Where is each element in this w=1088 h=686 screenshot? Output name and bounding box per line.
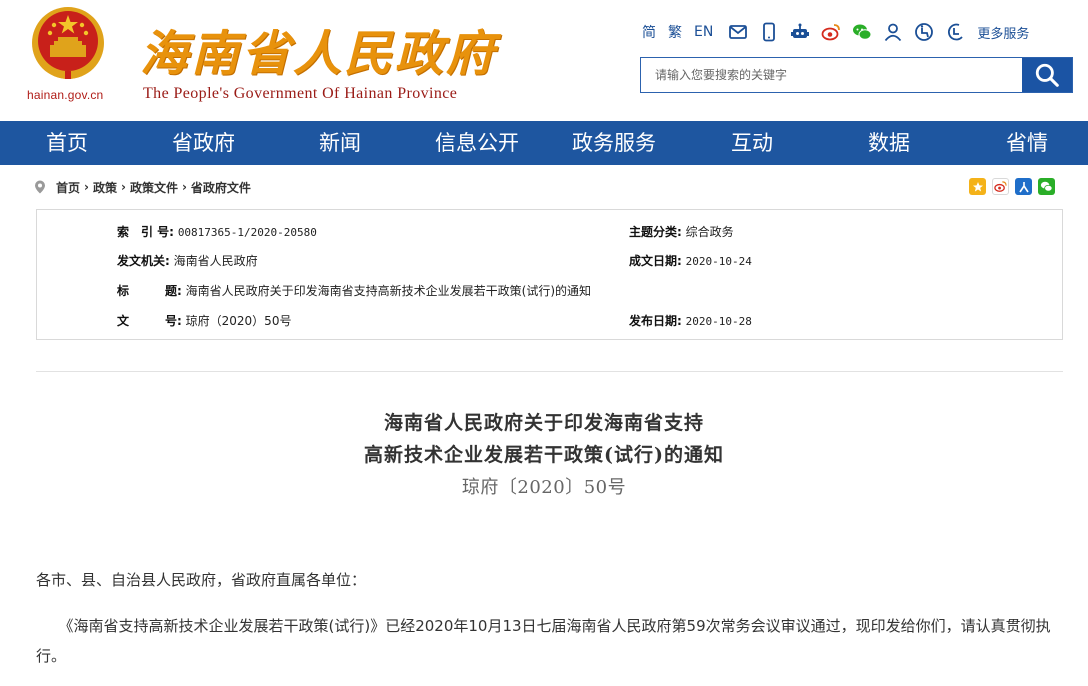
lang-simplified-link[interactable]: 简 (642, 22, 656, 42)
breadcrumb-separator: › (84, 180, 89, 194)
site-header: hainan.gov.cn 海南省人民政府 The People's Gover… (0, 0, 1088, 121)
meta-docno-value: 琼府（2020）50号 (185, 314, 292, 328)
meta-published-value: 2020-10-28 (685, 315, 752, 328)
site-title[interactable]: 海南省人民政府 (140, 14, 497, 84)
meta-issuer-label: 发文机关: (117, 254, 170, 268)
mail-icon[interactable] (727, 21, 749, 43)
document-title-line-1: 海南省人民政府关于印发海南省支持 (383, 412, 704, 434)
document-title-line-2: 高新技术企业发展若干政策(试行)的通知 (364, 444, 724, 466)
nav-item-disclosure[interactable]: 信息公开 (435, 121, 519, 165)
meta-index-label: 索 引 号: (117, 225, 174, 239)
national-emblem-icon[interactable] (28, 5, 108, 85)
breadcrumb-separator: › (120, 180, 126, 194)
document-salutation: 各市、县、自治县人民政府，省政府直属各单位： (36, 571, 367, 589)
nav-item-home[interactable]: 首页 (46, 121, 88, 165)
nav-item-government[interactable]: 省政府 (172, 121, 235, 165)
meta-created-value: 2020-10-24 (685, 255, 752, 268)
qzone-icon[interactable] (969, 178, 986, 195)
breadcrumb-policy-files[interactable]: 政策文件 (130, 179, 178, 196)
weibo-icon[interactable] (820, 21, 842, 43)
accessibility-icon[interactable] (913, 21, 935, 43)
breadcrumb-separator: › (181, 180, 187, 194)
site-subtitle: The People's Government Of Hainan Provin… (143, 85, 458, 102)
search-input[interactable] (641, 58, 1022, 92)
weibo-share-icon[interactable] (992, 178, 1009, 195)
mobile-icon[interactable] (758, 21, 780, 43)
meta-docno: 文 号: 琼府（2020）50号 (117, 312, 291, 329)
breadcrumb-policy[interactable]: 政策 (93, 179, 117, 196)
breadcrumb-provincial-files[interactable]: 省政府文件 (191, 179, 251, 196)
more-services-link[interactable]: 更多服务 (977, 23, 1029, 42)
search-button[interactable] (1022, 58, 1072, 92)
document-meta-box: 索 引 号: 00817365-1/2020-20580 发文机关: 海南省人民… (36, 209, 1063, 340)
meta-created: 成文日期: 2020-10-24 (629, 252, 752, 269)
lang-english-link[interactable]: EN (694, 24, 713, 40)
main-nav: 首页 省政府 新闻 信息公开 政务服务 互动 数据 省情 (0, 121, 1088, 165)
search-icon (1035, 63, 1059, 87)
meta-title: 标 题: 海南省人民政府关于印发海南省支持高新技术企业发展若干政策(试行)的通知 (117, 282, 591, 299)
meta-category-label: 主题分类: (629, 225, 682, 239)
document-number: 琼府〔2020〕50号 (461, 477, 627, 498)
meta-index-value: 00817365-1/2020-20580 (177, 226, 317, 239)
nav-item-services[interactable]: 政务服务 (572, 121, 656, 165)
renren-icon[interactable] (1015, 178, 1032, 195)
user-icon[interactable] (882, 21, 904, 43)
location-pin-icon (35, 180, 45, 194)
lang-traditional-link[interactable]: 繁 (668, 22, 682, 42)
nav-item-news[interactable]: 新闻 (319, 121, 361, 165)
meta-category: 主题分类: 综合政务 (629, 223, 734, 240)
meta-category-value: 综合政务 (685, 225, 734, 239)
wechat-share-icon[interactable] (1038, 178, 1055, 195)
meta-published: 发布日期: 2020-10-28 (629, 312, 752, 329)
share-bar (969, 178, 1061, 195)
meta-index: 索 引 号: 00817365-1/2020-20580 (117, 223, 317, 240)
meta-created-label: 成文日期: (629, 254, 682, 268)
meta-issuer: 发文机关: 海南省人民政府 (117, 252, 258, 269)
meta-issuer-value: 海南省人民政府 (173, 254, 258, 268)
section-divider (36, 371, 1063, 372)
wechat-icon[interactable] (851, 21, 873, 43)
breadcrumb-home[interactable]: 首页 (56, 179, 80, 196)
nav-item-province[interactable]: 省情 (1006, 121, 1048, 165)
breadcrumb: 首页 › 政策 › 政策文件 › 省政府文件 (34, 177, 251, 197)
meta-title-label: 标 题: (117, 284, 182, 298)
robot-icon[interactable] (789, 21, 811, 43)
nav-item-data[interactable]: 数据 (868, 121, 910, 165)
document-paragraph: 《海南省支持高新技术企业发展若干政策(试行)》已经2020年10月13日七届海南… (36, 617, 1051, 665)
site-domain: hainan.gov.cn (27, 88, 104, 102)
elderly-mode-icon[interactable] (944, 21, 966, 43)
nav-item-interaction[interactable]: 互动 (731, 121, 773, 165)
search-box (640, 57, 1073, 93)
meta-title-value: 海南省人民政府关于印发海南省支持高新技术企业发展若干政策(试行)的通知 (185, 284, 592, 298)
meta-published-label: 发布日期: (629, 314, 682, 328)
meta-docno-label: 文 号: (117, 314, 182, 328)
top-toolbar: 简 繁 EN 更多服务 (642, 20, 1029, 44)
